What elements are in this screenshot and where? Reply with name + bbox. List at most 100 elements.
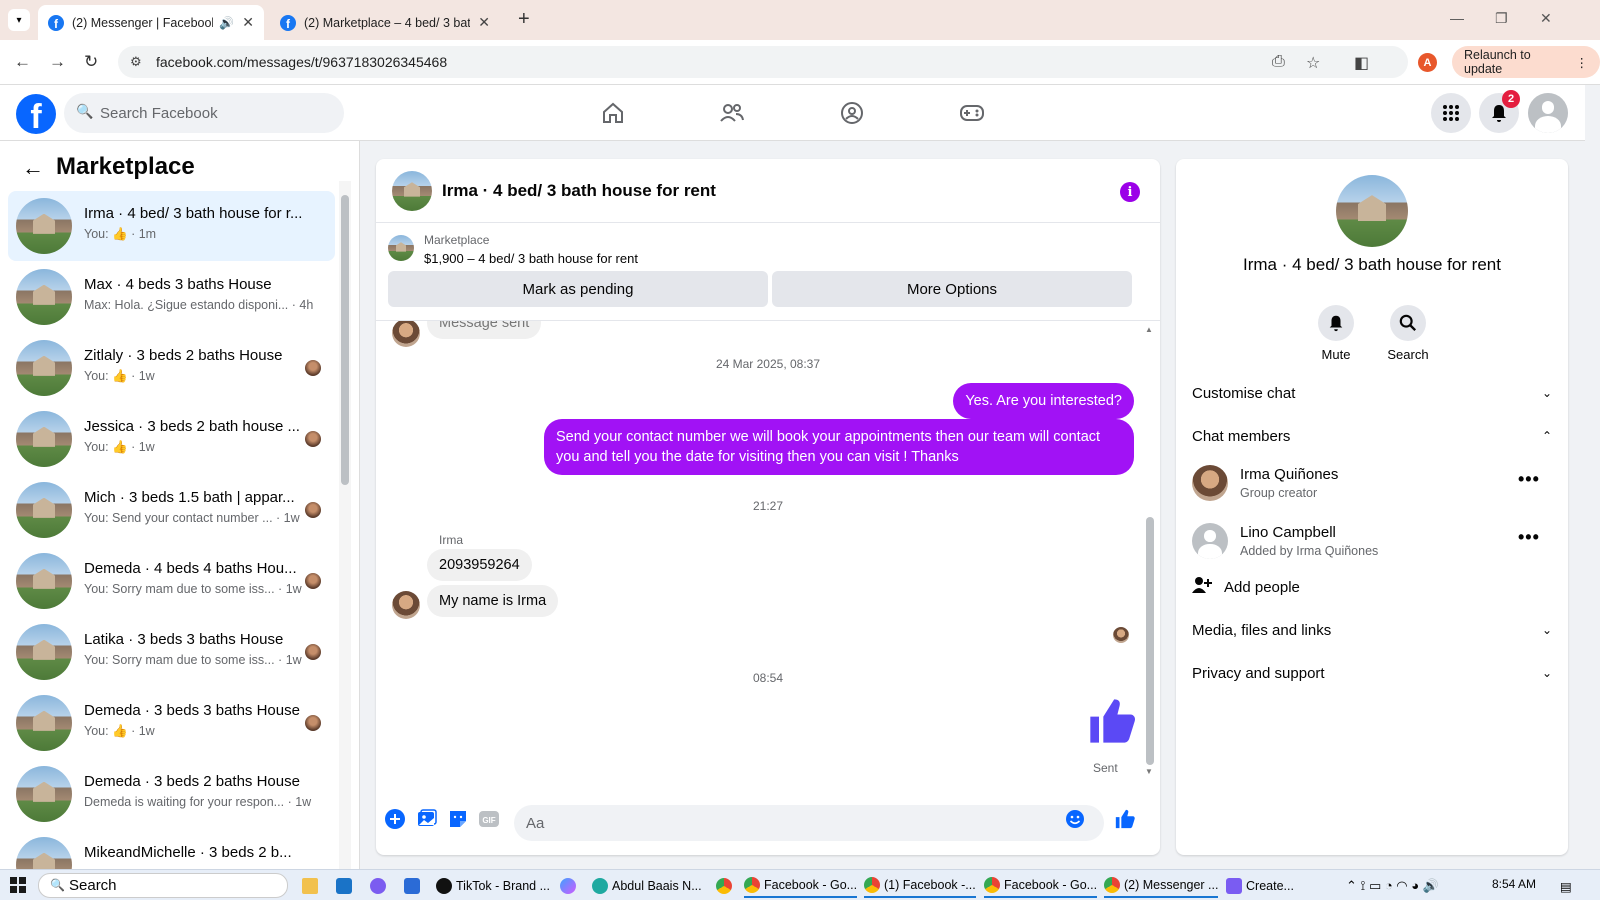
conversation-item[interactable]: Zitlaly · 3 beds 2 baths House You: 👍 · … xyxy=(8,333,335,403)
home-icon[interactable] xyxy=(599,99,627,127)
chat-avatar[interactable] xyxy=(392,171,432,211)
groups-icon[interactable] xyxy=(838,99,866,127)
profile-avatar[interactable]: A xyxy=(1418,53,1437,72)
plus-circle-icon[interactable] xyxy=(384,808,406,830)
conversation-item[interactable]: Mich · 3 beds 1.5 bath | appar... You: S… xyxy=(8,475,335,545)
taskbar-clock[interactable]: 8:54 AM xyxy=(1492,877,1536,891)
store-icon[interactable] xyxy=(404,874,424,898)
bookmark-star-icon[interactable]: ☆ xyxy=(1306,53,1320,73)
app-icon[interactable] xyxy=(370,874,390,898)
relaunch-button[interactable]: Relaunch to update ⋮ xyxy=(1452,46,1600,78)
tab-search-dropdown-icon[interactable]: ▾ xyxy=(8,9,30,31)
info-icon[interactable]: i xyxy=(1120,182,1140,202)
conversation-item[interactable]: Demeda · 3 beds 2 baths House Demeda is … xyxy=(8,759,335,829)
scrollbar-thumb[interactable] xyxy=(1146,517,1154,765)
menu-grid-icon[interactable] xyxy=(1431,93,1471,133)
close-tab-icon[interactable]: ✕ xyxy=(242,14,254,31)
notification-badge: 2 xyxy=(1502,90,1520,108)
back-arrow-icon[interactable]: ← xyxy=(22,155,44,181)
browser-tab-bar: ▾ f (2) Messenger | Facebook 🔊 ✕ f (2) M… xyxy=(0,0,1600,40)
add-people-label: Add people xyxy=(1224,578,1300,596)
minimize-icon[interactable]: — xyxy=(1450,10,1464,26)
member-row[interactable]: Lino Campbell Added by Irma Quiñones ••• xyxy=(1192,513,1552,569)
customise-chat-section[interactable]: Customise chat ⌄ xyxy=(1192,373,1552,413)
gif-icon[interactable]: GIF xyxy=(478,808,500,830)
taskbar-item-tiktok[interactable]: TikTok - Brand ... xyxy=(436,874,550,898)
chrome-icon xyxy=(744,877,760,893)
listing-thumbnail[interactable] xyxy=(388,235,414,261)
conversation-item[interactable]: MikeandMichelle · 3 beds 2 b... xyxy=(8,830,335,869)
taskbar-item-chrome-facebook-2[interactable]: Facebook - Go... xyxy=(984,874,1098,898)
more-horizontal-icon[interactable]: ••• xyxy=(1518,527,1540,548)
facebook-logo-icon[interactable]: f xyxy=(16,94,56,134)
scrollbar-thumb[interactable] xyxy=(341,195,349,485)
more-horizontal-icon[interactable]: ••• xyxy=(1518,469,1540,490)
address-bar[interactable]: facebook.com/messages/t/9637183026345468 xyxy=(118,46,1408,78)
new-tab-icon[interactable]: + xyxy=(518,8,530,31)
more-options-button[interactable]: More Options xyxy=(772,271,1132,307)
media-files-links-section[interactable]: Media, files and links ⌄ xyxy=(1192,610,1552,650)
outlook-icon[interactable] xyxy=(336,874,356,898)
conversation-item[interactable]: Latika · 3 beds 3 baths House You: Sorry… xyxy=(8,617,335,687)
site-info-icon[interactable]: ⚙ xyxy=(130,54,142,70)
mark-as-pending-button[interactable]: Mark as pending xyxy=(388,271,768,307)
mute-button[interactable]: Mute xyxy=(1306,305,1366,362)
message-bubble-in: Message sent xyxy=(427,321,542,339)
back-icon[interactable]: ← xyxy=(14,52,31,72)
file-explorer-icon[interactable] xyxy=(302,874,322,898)
taskbar-item-label: (2) Messenger ... xyxy=(1124,878,1219,892)
conversation-item[interactable]: Irma · 4 bed/ 3 bath house for r... You:… xyxy=(8,191,335,261)
chat-members-section[interactable]: Chat members ⌃ xyxy=(1192,416,1552,456)
photo-icon[interactable] xyxy=(416,808,438,830)
forward-icon[interactable]: → xyxy=(49,52,66,72)
listing-description[interactable]: $1,900 – 4 bed/ 3 bath house for rent xyxy=(424,251,638,266)
close-window-icon[interactable]: ✕ xyxy=(1540,10,1552,27)
taskbar-item-create[interactable]: Create... xyxy=(1226,874,1294,898)
taskbar-item-chrome-messenger[interactable]: (2) Messenger ... xyxy=(1104,874,1219,898)
search-button[interactable]: Search xyxy=(1378,305,1438,362)
member-avatar xyxy=(1192,523,1228,559)
sticker-icon[interactable] xyxy=(447,808,469,830)
notification-center-icon[interactable]: ▤ xyxy=(1560,874,1572,898)
tray-icons[interactable]: ⌃ ⟟ ▭ ◔ ◠ ◕ 🔊 xyxy=(1346,874,1439,898)
scroll-up-icon[interactable]: ▲ xyxy=(1145,325,1153,334)
side-panel-icon[interactable]: ◧ xyxy=(1354,53,1369,73)
sidebar-scrollbar[interactable] xyxy=(339,181,351,869)
taskbar-item-chrome-facebook[interactable]: Facebook - Go... xyxy=(744,874,858,898)
message-input[interactable] xyxy=(514,805,1104,841)
taskbar-item-edge[interactable]: Abdul Baais N... xyxy=(592,874,702,898)
facebook-header: f Search Facebook 🔍 2 xyxy=(0,85,1585,141)
member-row[interactable]: Irma Quiñones Group creator ••• xyxy=(1192,455,1552,511)
scroll-down-icon[interactable]: ▼ xyxy=(1145,767,1153,776)
windows-start-icon[interactable] xyxy=(10,877,26,893)
speaker-icon[interactable]: 🔊 xyxy=(219,16,234,30)
taskbar-item-chrome-facebook-1[interactable]: (1) Facebook -... xyxy=(864,874,976,898)
conversation-item[interactable]: Demeda · 3 beds 3 baths House You: 👍 · 1… xyxy=(8,688,335,758)
gaming-icon[interactable] xyxy=(958,99,986,127)
install-app-icon[interactable]: ⎙ xyxy=(1272,53,1285,71)
sidebar-title: Marketplace xyxy=(56,153,195,180)
conversation-item[interactable]: Demeda · 4 beds 4 baths Hou... You: Sorr… xyxy=(8,546,335,616)
friends-icon[interactable] xyxy=(718,99,746,127)
conversation-item[interactable]: Max · 4 beds 3 baths House Max: Hola. ¿S… xyxy=(8,262,335,332)
conversation-item[interactable]: Jessica · 3 beds 2 bath house ... You: 👍… xyxy=(8,404,335,474)
account-avatar[interactable] xyxy=(1528,93,1568,133)
chat-title[interactable]: Irma · 4 bed/ 3 bath house for rent xyxy=(442,181,716,201)
taskbar-item-label: Create... xyxy=(1246,879,1294,893)
reload-icon[interactable]: ↻ xyxy=(84,52,98,72)
tab-messenger[interactable]: f (2) Messenger | Facebook 🔊 ✕ xyxy=(38,5,264,40)
close-tab-icon[interactable]: ✕ xyxy=(478,14,490,31)
tab-marketplace[interactable]: f (2) Marketplace – 4 bed/ 3 bath ✕ xyxy=(270,5,500,40)
facebook-search-input[interactable]: Search Facebook xyxy=(64,93,344,133)
emoji-icon[interactable] xyxy=(1064,808,1086,830)
taskbar-search[interactable]: Search xyxy=(38,873,288,898)
chrome-icon[interactable] xyxy=(716,874,736,898)
taskbar-search-label: Search xyxy=(69,877,117,894)
privacy-support-section[interactable]: Privacy and support ⌄ xyxy=(1192,653,1552,693)
add-people-button[interactable]: Add people xyxy=(1192,567,1552,607)
copilot-icon[interactable] xyxy=(560,874,580,898)
chat-info-title: Irma · 4 bed/ 3 bath house for rent xyxy=(1243,255,1501,274)
send-like-icon[interactable] xyxy=(1114,808,1136,830)
chat-scrollbar[interactable]: ▲ ▼ xyxy=(1142,321,1158,781)
restore-icon[interactable]: ❐ xyxy=(1495,10,1508,27)
